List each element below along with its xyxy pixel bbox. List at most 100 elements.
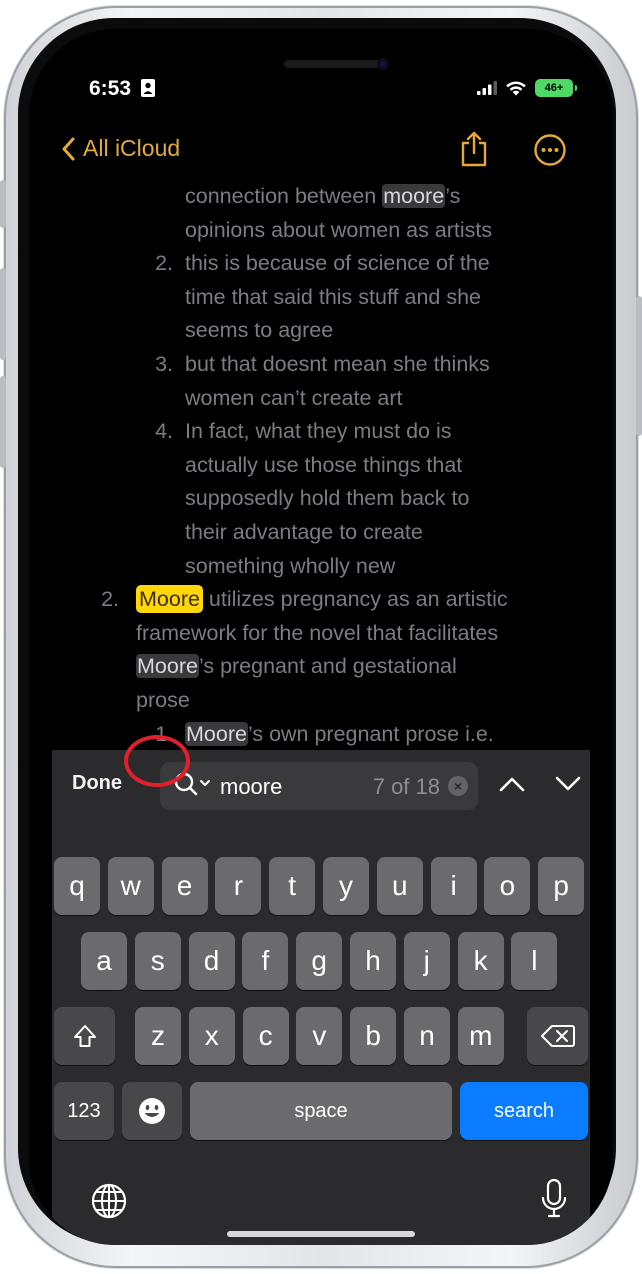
- mic-icon[interactable]: [540, 1178, 568, 1220]
- list-number: 3.: [155, 352, 173, 376]
- space-key[interactable]: space: [190, 1082, 452, 1140]
- line-text: this is because of science of the: [185, 251, 490, 276]
- key-o[interactable]: o: [484, 857, 531, 915]
- cellular-icon: [477, 81, 497, 95]
- delete-key[interactable]: [527, 1007, 588, 1065]
- key-r[interactable]: r: [215, 857, 262, 915]
- find-query: moore: [220, 774, 283, 799]
- line-text: In fact, what they must do is: [185, 419, 452, 444]
- annotation-circle: [124, 735, 190, 787]
- key-m[interactable]: m: [457, 1007, 504, 1065]
- note-line: connection between moore’s: [185, 181, 460, 211]
- key-y[interactable]: y: [323, 857, 369, 915]
- shift-key[interactable]: [54, 1007, 115, 1065]
- key-e[interactable]: e: [161, 857, 208, 915]
- key-a[interactable]: a: [81, 932, 127, 990]
- match-count: 7 of 18: [372, 774, 440, 799]
- note-line: time that said this stuff and she: [185, 282, 481, 312]
- note-line: Moore’s pregnant and gestational: [136, 651, 457, 681]
- side-button-volume-up: [0, 268, 6, 360]
- share-icon[interactable]: [459, 131, 489, 167]
- key-b[interactable]: b: [350, 1007, 397, 1065]
- key-n[interactable]: n: [404, 1007, 450, 1065]
- side-button-power: [636, 296, 642, 436]
- line-text: actually use those things that: [185, 452, 463, 477]
- line-text: supposedly hold them back to: [185, 486, 470, 511]
- side-button-silent: [0, 180, 6, 228]
- key-u[interactable]: u: [376, 857, 423, 915]
- emoji-key[interactable]: [122, 1082, 182, 1140]
- key-c[interactable]: c: [242, 1007, 289, 1065]
- key-p[interactable]: p: [538, 857, 585, 915]
- key-d[interactable]: d: [188, 932, 235, 990]
- focus-person-icon: [141, 79, 155, 97]
- key-l[interactable]: l: [511, 932, 558, 990]
- line-text: connection between: [185, 184, 383, 208]
- key-w[interactable]: w: [107, 857, 154, 915]
- list-number: 4.: [155, 419, 173, 444]
- note-line: but that doesnt mean she thinks: [185, 349, 490, 379]
- key-v[interactable]: v: [296, 1007, 343, 1065]
- note-line: this is because of science of the: [185, 248, 490, 278]
- key-i[interactable]: i: [430, 857, 477, 915]
- key-z[interactable]: z: [135, 1007, 181, 1065]
- note-line: seems to agree: [185, 315, 333, 345]
- key-t[interactable]: t: [269, 857, 316, 915]
- line-text: utilizes pregnancy as an artistic: [202, 587, 508, 612]
- note-line: something wholly new: [185, 551, 395, 581]
- key-g[interactable]: g: [296, 932, 343, 990]
- status-time: 6:53: [89, 77, 132, 100]
- list-number: 2.: [155, 251, 173, 276]
- clear-icon[interactable]: ×: [448, 776, 468, 796]
- line-text: something wholly new: [185, 553, 396, 578]
- note-line: framework for the novel that facilitates: [136, 618, 498, 648]
- note-line: Moore’s own pregnant prose i.e.: [185, 719, 494, 749]
- note-line: actually use those things that: [185, 450, 462, 480]
- delete-icon: [540, 1025, 575, 1047]
- key-x[interactable]: x: [188, 1007, 235, 1065]
- line-text: time that said this stuff and she: [185, 284, 481, 309]
- globe-icon[interactable]: [90, 1182, 128, 1220]
- emoji-icon: [139, 1098, 165, 1124]
- note-body[interactable]: connection between moore’s opinions about…: [29, 179, 613, 749]
- speaker-grille: [284, 60, 384, 68]
- find-field[interactable]: moore 7 of 18 ×: [160, 762, 478, 810]
- front-camera: [377, 58, 389, 70]
- more-icon[interactable]: [533, 133, 567, 167]
- done-button[interactable]: Done: [72, 772, 122, 795]
- back-label: All iCloud: [83, 135, 181, 161]
- line-text: ’s: [445, 184, 461, 208]
- wifi-icon: [506, 81, 526, 96]
- note-line: prose: [136, 685, 190, 715]
- home-indicator[interactable]: [227, 1231, 415, 1237]
- match-highlight: moore: [382, 184, 446, 208]
- numbers-key[interactable]: 123: [54, 1082, 114, 1140]
- keyboard: 123 space search qwertyuiop asdfghjkl zxcv…: [52, 820, 590, 1245]
- chevron-down-icon[interactable]: [554, 774, 582, 794]
- key-h[interactable]: h: [350, 932, 396, 990]
- note-line: supposedly hold them back to: [185, 483, 469, 513]
- match-highlight: Moore: [136, 654, 199, 679]
- line-text: ’s pregnant and gestational: [198, 654, 457, 679]
- current-match-highlight: Moore: [136, 585, 203, 614]
- list-number: 2.: [101, 587, 119, 612]
- battery-indicator: 46+: [535, 79, 577, 97]
- back-button[interactable]: All iCloud: [61, 135, 180, 162]
- side-button-volume-down: [0, 376, 6, 468]
- key-k[interactable]: k: [457, 932, 504, 990]
- line-text: framework for the novel that facilitates: [136, 620, 499, 645]
- search-key[interactable]: search: [460, 1082, 588, 1140]
- line-text: their advantage to create: [185, 520, 423, 544]
- line-text: ’s own pregnant prose i.e.: [247, 721, 494, 746]
- match-highlight: Moore: [185, 721, 248, 746]
- key-j[interactable]: j: [403, 932, 450, 990]
- chevron-up-icon[interactable]: [498, 774, 526, 794]
- line-text: women can’t create art: [185, 385, 403, 410]
- key-s[interactable]: s: [134, 932, 181, 990]
- shift-icon: [73, 1025, 96, 1047]
- key-f[interactable]: f: [242, 932, 289, 990]
- line-text: but that doesnt mean she thinks: [185, 352, 490, 376]
- screen: 6:53 46+ All iCloud connection between m…: [29, 29, 613, 1245]
- key-q[interactable]: q: [54, 857, 100, 915]
- note-line: women can’t create art: [185, 383, 403, 413]
